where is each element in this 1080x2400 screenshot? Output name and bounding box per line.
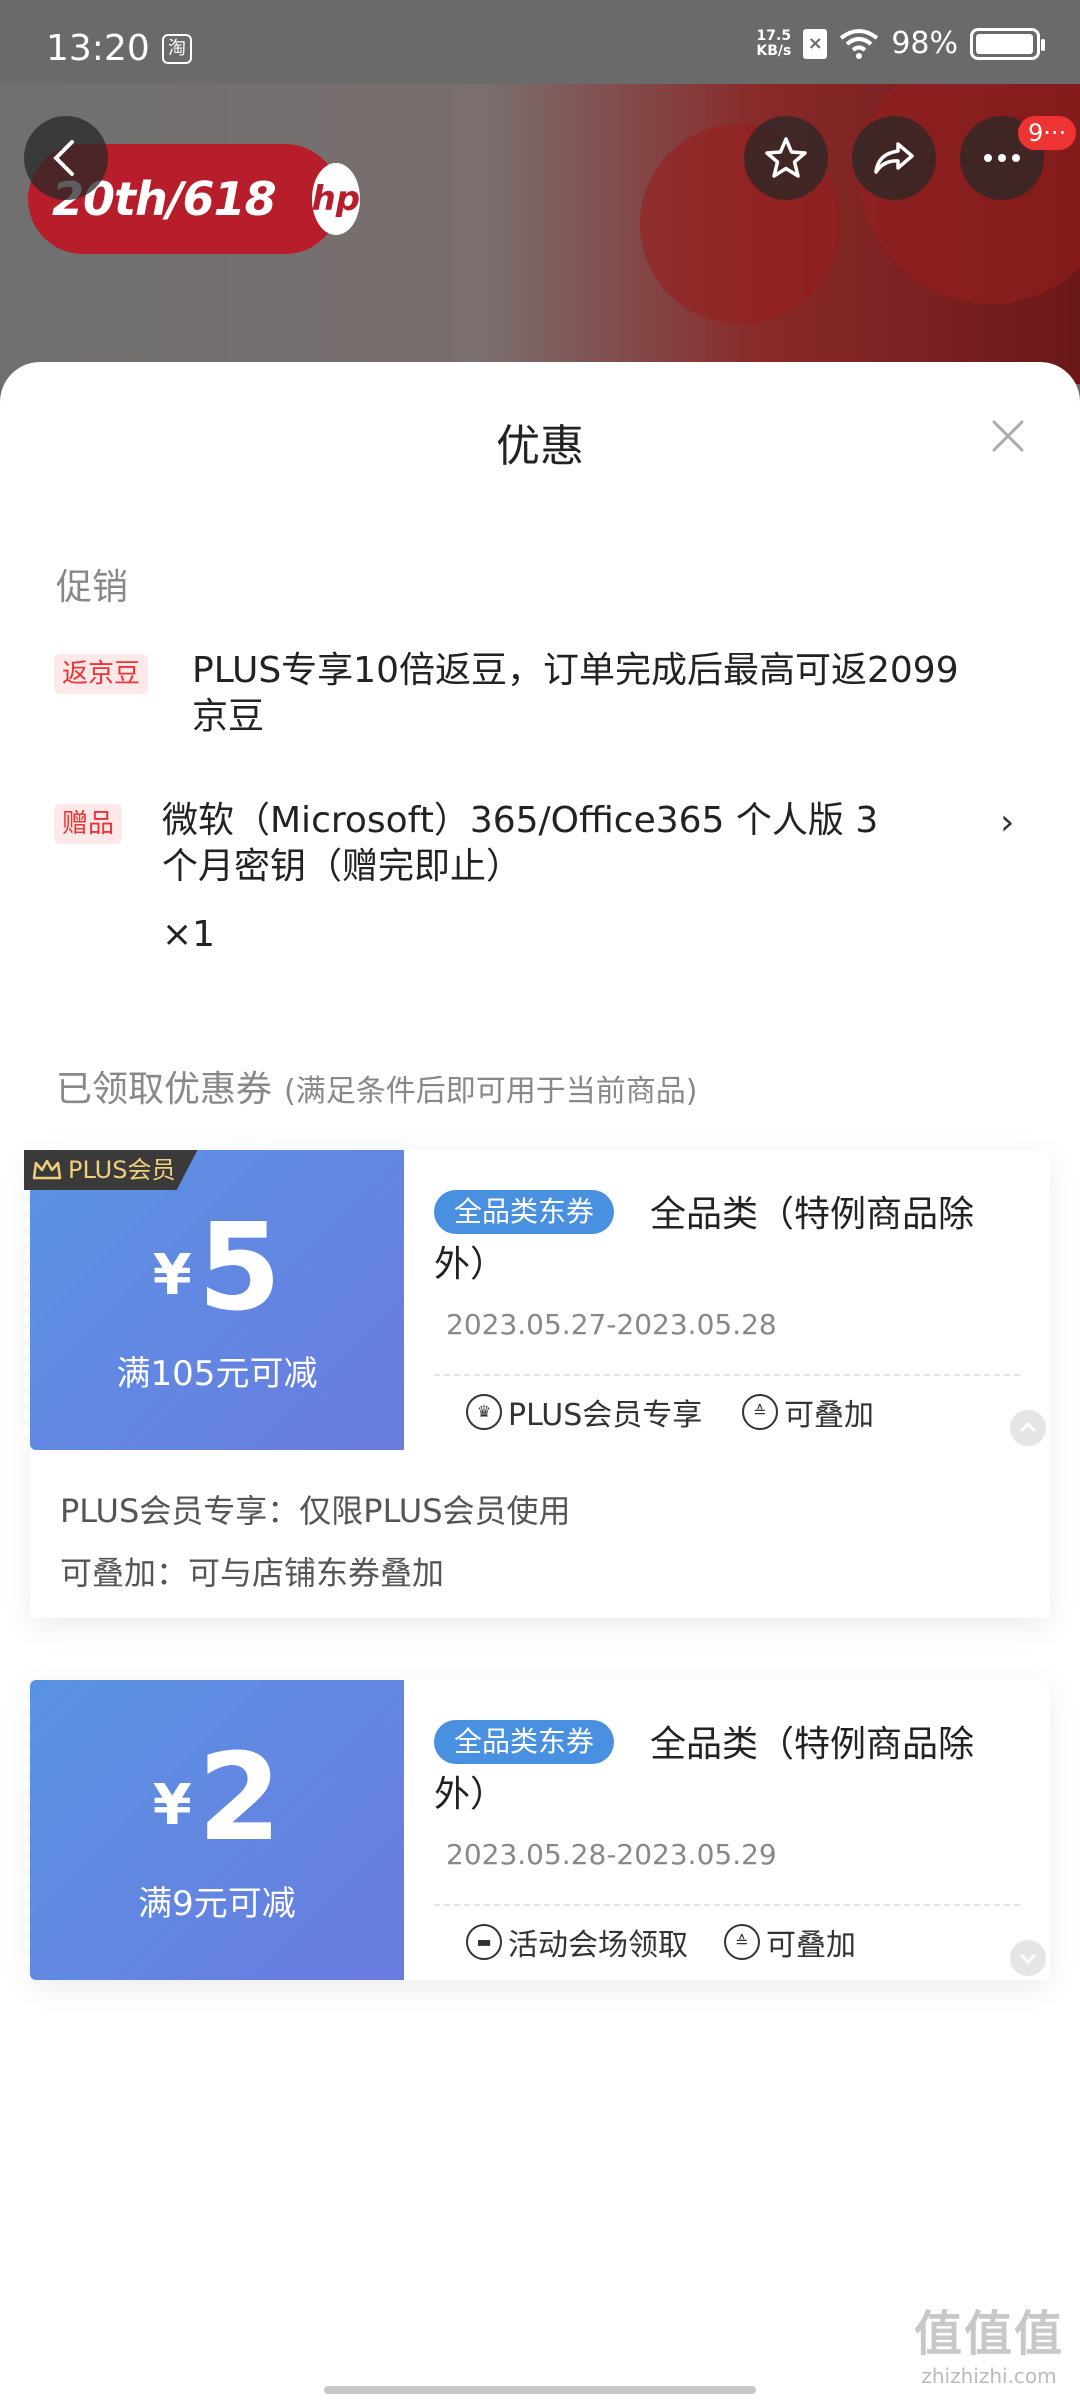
coupons-section-label: 已领取优惠券 (满足条件后即可用于当前商品) xyxy=(56,1060,697,1112)
coupon-amount-value: 2 xyxy=(197,1729,282,1868)
coupon-info-panel: 全品类（特例商品除外） 全品类东券 2023.05.28-2023.05.29 … xyxy=(404,1680,1050,1980)
coupon-detail-line2: 可叠加：可与店铺东券叠加 xyxy=(60,1554,445,1592)
star-icon xyxy=(765,137,807,178)
coupon-amount: ¥2 xyxy=(30,1734,404,1871)
promo-jingdou-line1: PLUS专享10倍返豆，订单完成后最高可返2099 xyxy=(192,650,959,691)
share-button[interactable] xyxy=(852,116,936,200)
coupon-feature-venue-label: 活动会场领取 xyxy=(508,1928,688,1963)
network-speed-unit: KB/s xyxy=(756,42,792,59)
coupon-date-range: 2023.05.27-2023.05.28 xyxy=(446,1308,777,1341)
chevron-down-icon xyxy=(1019,1953,1037,1965)
coupon-feature-venue: ▬ 活动会场领取 xyxy=(466,1920,688,1964)
back-button[interactable] xyxy=(24,116,108,200)
message-count-badge: 9··· xyxy=(1018,116,1077,150)
crown-badge-icon: ♛ xyxy=(466,1394,502,1430)
promo-tag-jingdou: 返京豆 xyxy=(54,654,149,694)
network-speed: 17.5 KB/s xyxy=(756,27,792,59)
chevron-right-icon: › xyxy=(1000,802,1015,843)
promo-tag-gift: 赠品 xyxy=(54,804,123,844)
coupon-category-pill: 全品类东券 xyxy=(434,1720,615,1764)
coupon-divider xyxy=(434,1904,1020,1906)
close-icon[interactable] xyxy=(986,414,1030,458)
status-right-group: 17.5 KB/s × 98% xyxy=(756,26,1045,61)
coupon-card[interactable]: ¥5 满105元可减 PLUS会员 全品类（特例商品除外） 全品类东券 2023… xyxy=(24,1150,1050,1618)
promo-jingdou-line2: 京豆 xyxy=(192,696,265,737)
collapse-toggle[interactable] xyxy=(1010,1410,1046,1446)
coupon-feature-stackable-label: 可叠加 xyxy=(766,1928,856,1963)
coupon-condition: 满9元可减 xyxy=(138,1884,296,1924)
stack-icon: ≙ xyxy=(724,1924,760,1960)
coupon-detail: PLUS会员专享：仅限PLUS会员使用 可叠加：可与店铺东券叠加 xyxy=(30,1450,1050,1618)
hp-logo: hp xyxy=(311,163,361,235)
battery-icon xyxy=(970,27,1045,60)
coupon-feature-stackable: ≙ 可叠加 xyxy=(724,1920,856,1964)
coupon-feature-stackable-label: 可叠加 xyxy=(784,1398,874,1433)
chevron-up-icon xyxy=(1019,1421,1037,1433)
watermark-url: zhizhizhi.com xyxy=(921,2364,1057,2388)
coupon-info-panel: 全品类（特例商品除外） 全品类东券 2023.05.27-2023.05.28 … xyxy=(404,1150,1050,1450)
coupon-amount-panel: ¥2 满9元可减 xyxy=(24,1680,404,1980)
coupon-divider xyxy=(434,1374,1020,1376)
battery-percent: 98% xyxy=(891,26,958,61)
share-icon xyxy=(874,142,914,174)
currency-symbol: ¥ xyxy=(152,1243,192,1309)
coupon-card[interactable]: ¥2 满9元可减 全品类（特例商品除外） 全品类东券 2023.05.28-20… xyxy=(24,1680,1050,1980)
wifi-icon xyxy=(840,28,879,59)
battery-fill xyxy=(976,33,1033,54)
coupon-feature-plus-label: PLUS会员专享 xyxy=(508,1398,703,1433)
ticket-icon: ▬ xyxy=(466,1924,502,1960)
more-dots-icon xyxy=(984,154,1020,162)
stack-icon: ≙ xyxy=(742,1394,778,1430)
currency-symbol: ¥ xyxy=(152,1773,192,1839)
chevron-left-icon xyxy=(53,140,74,176)
coupon-condition: 满105元可减 xyxy=(116,1354,318,1394)
network-speed-value: 17.5 xyxy=(756,27,792,44)
gift-line1: 微软（Microsoft）365/Office365 个人版 3 xyxy=(162,800,879,841)
coupons-label: 已领取优惠券 xyxy=(56,1069,273,1110)
coupon-category-pill: 全品类东券 xyxy=(434,1190,615,1234)
coupon-detail-line1: PLUS会员专享：仅限PLUS会员使用 xyxy=(60,1492,571,1530)
discount-sheet: 优惠 促销 返京豆 PLUS专享10倍返豆，订单完成后最高可返2099 京豆 赠… xyxy=(0,362,1080,2400)
sheet-title: 优惠 xyxy=(496,421,584,472)
favorite-button[interactable] xyxy=(744,116,828,200)
taobao-app-icon: 淘 xyxy=(162,34,192,64)
coupon-feature-plus: ♛ PLUS会员专享 xyxy=(466,1390,702,1434)
coupon-amount-value: 5 xyxy=(197,1199,282,1338)
no-sim-icon: × xyxy=(803,28,828,59)
coupons-hint: (满足条件后即可用于当前商品) xyxy=(284,1074,698,1109)
expand-toggle[interactable] xyxy=(1010,1940,1046,1976)
status-time: 13:20 xyxy=(46,28,150,69)
coupon-date-range: 2023.05.28-2023.05.29 xyxy=(446,1838,777,1871)
home-indicator[interactable] xyxy=(324,2386,756,2394)
crown-icon xyxy=(32,1159,62,1180)
watermark-logo: 值值值 xyxy=(913,2306,1064,2362)
coupon-feature-stackable: ≙ 可叠加 xyxy=(742,1390,874,1434)
promotions-section-label: 促销 xyxy=(56,567,129,608)
status-bar: 13:20 淘 17.5 KB/s × 98% xyxy=(0,0,1080,84)
coupon-amount-panel: ¥5 满105元可减 xyxy=(24,1150,404,1450)
plus-member-ribbon: PLUS会员 xyxy=(24,1150,198,1190)
coupon-amount: ¥5 xyxy=(30,1204,404,1341)
gift-quantity: ×1 xyxy=(162,914,216,955)
watermark: 值值值 zhizhizhi.com xyxy=(914,2294,1064,2388)
plus-ribbon-text: PLUS会员 xyxy=(68,1156,176,1184)
gift-line2: 个月密钥（赠完即止） xyxy=(162,846,523,887)
